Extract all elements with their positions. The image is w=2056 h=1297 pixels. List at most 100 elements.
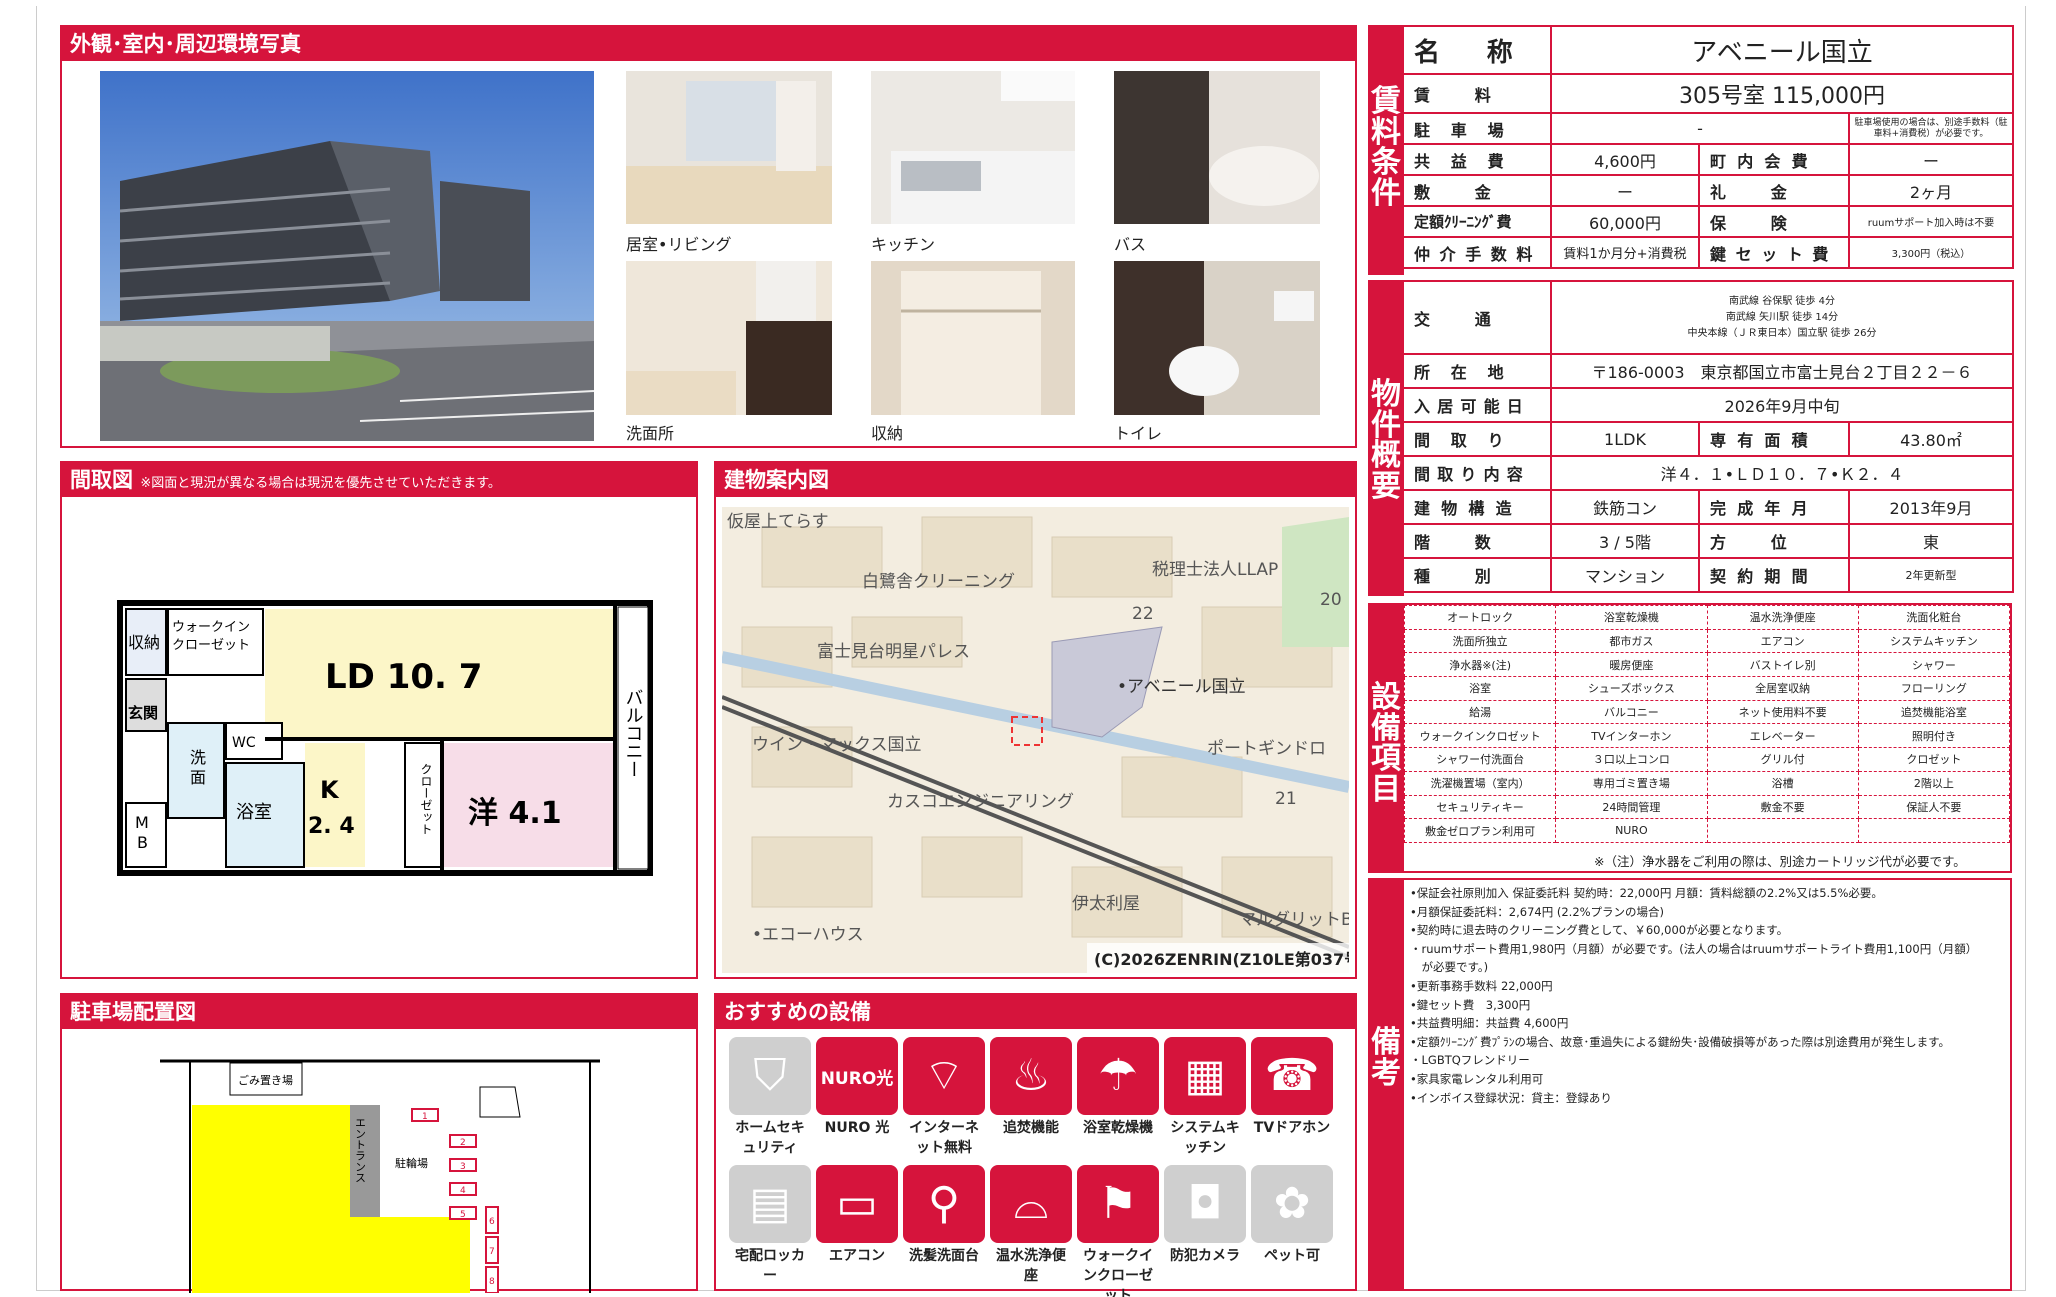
recommended-item: ⌓ 温水洗浄便座 (990, 1165, 1072, 1286)
structure-key: 建物構造 (1402, 489, 1552, 525)
recommended-item: ✿ ペット可 (1251, 1165, 1333, 1266)
wash-label-2: 面 (190, 768, 206, 787)
balcony-label: バルコニー (623, 688, 644, 778)
map-label: 22 (1132, 604, 1154, 624)
equipment-table: オートロック 浴室乾燥機 温水洗浄便座 洗面化粧台 洗面所独立 都市ガス エアコン システムキ… (1403, 605, 2011, 843)
toilet-photo[interactable] (1114, 261, 1320, 415)
area-value: 43.80㎡ (1847, 421, 2015, 457)
remark-line: が必要です。) (1410, 960, 1489, 975)
map-label: •エコーハウス (752, 925, 864, 945)
remark-line: •定額ｸﾘｰﾆﾝｸﾞ費ﾌﾟﾗﾝの場合、故意･重過失による鍵紛失･設備破損等があっ… (1410, 1034, 1951, 1049)
equipment-item: TVインターホン (1555, 723, 1708, 749)
equipment-item (1706, 818, 1859, 843)
closet-label: クローゼット (419, 763, 433, 835)
wic-label-1: ウォークイン (172, 620, 250, 635)
photo-caption: キッチン (871, 235, 936, 254)
recommended-label: システムキッチン (1170, 1120, 1240, 1156)
town-fee-value: ー (1848, 143, 2014, 176)
equipment-box: オートロック 浴室乾燥機 温水洗浄便座 洗面化粧台 洗面所独立 都市ガス エアコン システムキ… (1402, 603, 2012, 873)
equipment-item: 洗面所独立 (1403, 628, 1557, 654)
traffic-value: 南武線 谷保駅 徒歩 4分 南武線 矢川駅 徒歩 14分 中央本線（ＪＲ東日本）… (1549, 280, 2015, 355)
recommended-label: TVドアホン (1253, 1120, 1331, 1136)
floorplan-drawing[interactable]: LD 10. 7 洋 4.1 K 2. 4 浴室 WC 収納 玄関 ウォークイン… (70, 593, 680, 883)
photo-caption: バス (1114, 235, 1147, 254)
key-money-key: 礼金 (1698, 174, 1850, 207)
move-in-value: 2026年9月中旬 (1549, 387, 2015, 423)
name-key: 名称 (1402, 25, 1552, 75)
remark-line: •家具家電レンタル利用可 (1410, 1071, 1544, 1086)
remark-line: •月額保証委託料：2,674円 (2.2%プランの場合) (1410, 904, 1665, 919)
bike-label: 駐輪場 (395, 1156, 428, 1170)
insurance-value: ruumサポート加入時は不要 (1848, 205, 2014, 238)
remarks-side-label: 備考 (1368, 878, 1404, 1291)
deposit-value: ー (1550, 174, 1700, 207)
recommended-item: ◘ 防犯カメラ (1164, 1165, 1246, 1266)
map-label: ポートギンドロ (1207, 739, 1326, 759)
equipment-item: 敷金ゼロプラン利用可 (1403, 818, 1557, 843)
floor-key: 階数 (1402, 523, 1552, 559)
shield-icon: ⛉ (729, 1037, 811, 1115)
kitchen-photo[interactable] (871, 71, 1075, 224)
floorplan-heading: 間取図 (70, 468, 133, 492)
exterior-photo[interactable] (100, 71, 594, 441)
equipment-item: ３口以上コンロ (1555, 747, 1708, 772)
remark-line: ・ruumサポート費用1,980円（月額）が必要です。(法人の場合はruumサポ… (1410, 941, 1978, 956)
traffic-line: 南武線 矢川駅 徒歩 14分 (1725, 311, 1839, 323)
direction-value: 東 (1847, 523, 2015, 559)
map-label: カスコエンジニアリング (887, 792, 1074, 812)
equipment-side-label: 設備項目 (1368, 603, 1404, 873)
rent-side-label: 賃料条件 (1368, 25, 1404, 275)
map-label: 富士見台明星パレス (817, 642, 970, 662)
map-title: 建物案内図 (716, 463, 1355, 497)
remark-line: •保証会社原則加入 保証委託料 契約時：22,000円 月額：賃料総額の2.2%… (1410, 886, 1883, 900)
garbage-label: ごみ置き場 (238, 1073, 293, 1087)
equipment-item: バストイレ別 (1706, 652, 1859, 678)
map-label: 税理士法人LLAP (1152, 560, 1278, 580)
parking-map[interactable]: ごみ置き場 エントランス 駐輪場 1 2 3 4 5 6 7 8 (160, 1057, 610, 1293)
bath-photo[interactable] (1114, 71, 1320, 224)
entrance-label: エントランス (354, 1117, 367, 1183)
recommended-title: おすすめの設備 (716, 995, 1355, 1029)
recommended-item: ♨ 追焚機能 (990, 1037, 1072, 1138)
equipment-item: シューズボックス (1555, 676, 1708, 701)
remarks-box: •保証会社原則加入 保証委託料 契約時：22,000円 月額：賃料総額の2.2%… (1402, 878, 2012, 1291)
living-photo[interactable] (626, 71, 832, 224)
wash-basin-icon: ⚲ (903, 1165, 985, 1243)
photo-caption: 居室•リビング (626, 235, 732, 254)
photo-caption: トイレ (1114, 424, 1163, 443)
photos-title: 外観･室内･周辺環境写真 (62, 27, 1355, 61)
map-label: マルグリットB (1239, 910, 1349, 930)
layout-detail-value: 洋４．１•ＬＤ１０．７•Ｋ２．４ (1549, 455, 2015, 491)
equipment-item: 浴室 (1403, 676, 1557, 701)
locker-icon: ▤ (729, 1165, 811, 1243)
kitchen-size-label: 2. 4 (308, 814, 355, 839)
equipment-item: 洗面化粧台 (1857, 605, 2011, 630)
equipment-item: ウォークインクロゼット (1403, 723, 1557, 749)
wash-label-1: 洗 (190, 748, 206, 767)
recommended-item: ⛉ ホームセキュリティ (729, 1037, 811, 1158)
recommended-label: NURO 光 (824, 1120, 890, 1136)
kitchen-icon: ▦ (1164, 1037, 1246, 1115)
parking-note: 駐車場使用の場合は、別途手数料（駐車料+消費税）が必要です。 (1848, 112, 2014, 145)
map-view[interactable]: 仮屋上てらす 白鷺舎クリーニング 税理士法人LLAP 22 20 富士見台明星パ… (722, 507, 1349, 973)
equipment-item: 追焚機能浴室 (1857, 699, 2011, 725)
closet-icon: ⚑ (1077, 1165, 1159, 1243)
wc-label: WC (232, 735, 256, 751)
remark-line: •契約時に退去時のクリーニング費として、￥60,000が必要となります。 (1410, 923, 1789, 938)
equipment-item: セキュリティキー (1403, 794, 1557, 820)
washroom-photo[interactable] (626, 261, 832, 415)
recommended-label: ペット可 (1264, 1248, 1320, 1264)
equipment-item: シャワー (1857, 652, 2011, 678)
equipment-item: シャワー付洗面台 (1403, 747, 1557, 772)
parking-space-number: 3 (460, 1162, 466, 1172)
wic-label-2: クローゼット (172, 638, 250, 653)
storage-photo[interactable] (871, 261, 1075, 415)
mb-label-1: M (135, 813, 149, 832)
remark-line: ・LGBTQフレンドリー (1410, 1053, 1530, 1068)
map-label: 21 (1275, 789, 1297, 809)
layout-value: 1LDK (1550, 421, 1700, 457)
recommended-label: 防犯カメラ (1170, 1248, 1240, 1264)
equipment-item: システムキッチン (1857, 628, 2011, 654)
ld-label: LD 10. 7 (325, 657, 482, 697)
equipment-item (1857, 818, 2011, 843)
